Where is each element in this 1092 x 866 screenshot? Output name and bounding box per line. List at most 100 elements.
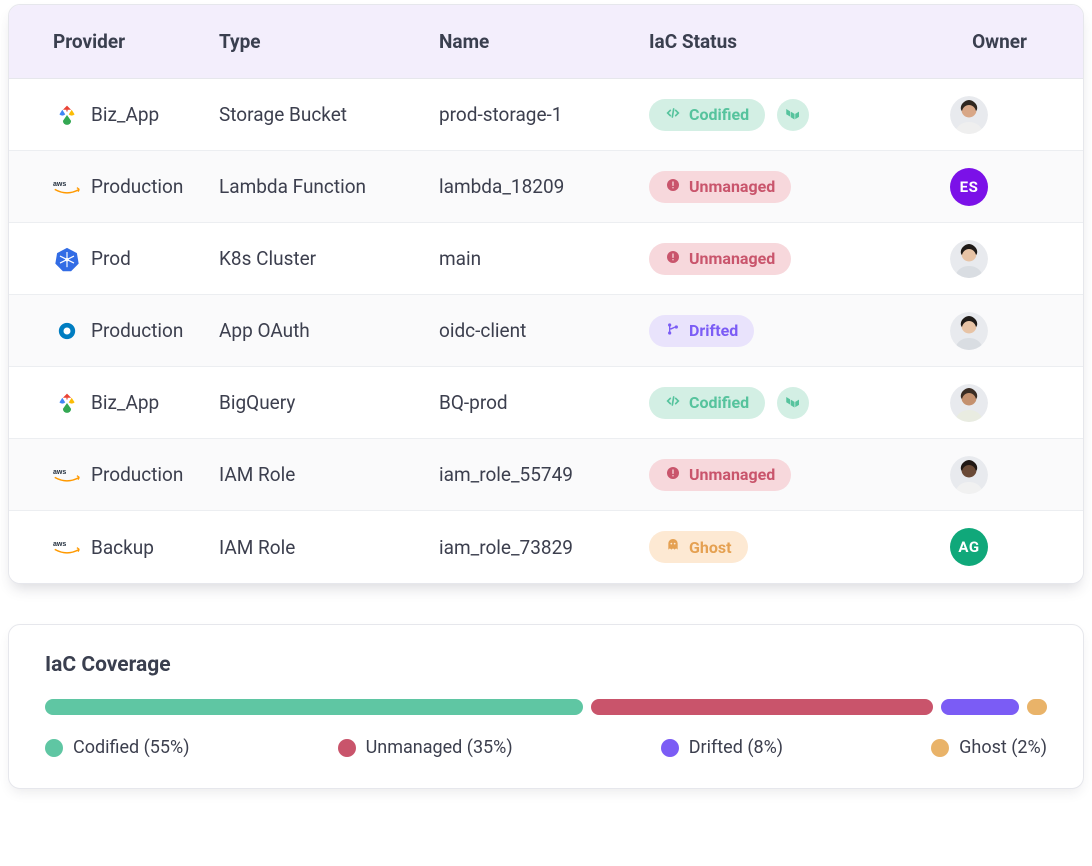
status-badge-label: Ghost	[689, 538, 732, 557]
svg-text:aws: aws	[53, 541, 66, 548]
status-badge-label: Codified	[689, 105, 749, 124]
svg-text:aws: aws	[53, 468, 66, 475]
provider-label: Backup	[91, 536, 154, 559]
k8s-provider-icon	[53, 245, 81, 273]
owner-avatar[interactable]	[950, 240, 988, 278]
terraform-icon[interactable]	[777, 99, 809, 131]
column-header-status[interactable]: IaC Status	[649, 30, 899, 53]
cell-name: iam_role_73829	[439, 536, 649, 559]
legend-dot-icon	[45, 739, 63, 757]
status-badge-unmanaged[interactable]: Unmanaged	[649, 459, 791, 491]
status-badge-drifted[interactable]: Drifted	[649, 315, 754, 347]
table-row[interactable]: aws Production Lambda Function lambda_18…	[9, 151, 1083, 223]
cell-type: IAM Role	[219, 463, 439, 486]
column-header-owner[interactable]: Owner	[899, 30, 1083, 53]
status-badge-label: Codified	[689, 393, 749, 412]
cell-owner	[899, 384, 1083, 422]
coverage-segment-unmanaged[interactable]	[591, 699, 933, 715]
cell-type: K8s Cluster	[219, 247, 439, 270]
okta-provider-icon	[53, 317, 81, 345]
owner-avatar[interactable]	[950, 312, 988, 350]
table-row[interactable]: Biz_App BigQuery BQ-prod Codified	[9, 367, 1083, 439]
cell-status: Unmanaged	[649, 171, 899, 203]
cell-status: Unmanaged	[649, 459, 899, 491]
gcp-provider-icon	[53, 389, 81, 417]
legend-label: Codified (55%)	[73, 737, 190, 758]
cell-owner	[899, 312, 1083, 350]
provider-label: Production	[91, 319, 183, 342]
drifted-icon	[665, 321, 681, 341]
column-header-name[interactable]: Name	[439, 30, 649, 53]
cell-name: lambda_18209	[439, 175, 649, 198]
unmanaged-icon	[665, 465, 681, 485]
owner-avatar-initials[interactable]: ES	[950, 168, 988, 206]
coverage-legend: Codified (55%) Unmanaged (35%) Drifted (8%…	[45, 737, 1047, 758]
table-row[interactable]: Prod K8s Cluster main Unmanaged	[9, 223, 1083, 295]
resource-table-card: Provider Type Name IaC Status Owner Biz_…	[8, 4, 1084, 584]
codified-icon	[665, 105, 681, 125]
table-row[interactable]: Biz_App Storage Bucket prod-storage-1 Co…	[9, 79, 1083, 151]
aws-provider-icon: aws	[53, 461, 81, 489]
status-badge-unmanaged[interactable]: Unmanaged	[649, 243, 791, 275]
cell-status: Ghost	[649, 531, 899, 563]
cell-owner: AG	[899, 528, 1083, 566]
cell-provider: Biz_App	[9, 101, 219, 129]
provider-label: Biz_App	[91, 391, 159, 414]
cell-provider: Biz_App	[9, 389, 219, 417]
legend-item-unmanaged[interactable]: Unmanaged (35%)	[338, 737, 513, 758]
cell-name: iam_role_55749	[439, 463, 649, 486]
aws-provider-icon: aws	[53, 533, 81, 561]
status-badge-unmanaged[interactable]: Unmanaged	[649, 171, 791, 203]
status-badge-ghost[interactable]: Ghost	[649, 531, 748, 563]
cell-type: IAM Role	[219, 536, 439, 559]
coverage-segment-drifted[interactable]	[941, 699, 1019, 715]
legend-item-codified[interactable]: Codified (55%)	[45, 737, 190, 758]
cell-name: BQ-prod	[439, 391, 649, 414]
cell-status: Codified	[649, 99, 899, 131]
terraform-icon[interactable]	[777, 387, 809, 419]
status-badge-label: Unmanaged	[689, 249, 775, 268]
provider-label: Production	[91, 175, 183, 198]
cell-name: main	[439, 247, 649, 270]
cell-owner	[899, 456, 1083, 494]
svg-text:aws: aws	[53, 180, 66, 187]
cell-owner: ES	[899, 168, 1083, 206]
legend-dot-icon	[338, 739, 356, 757]
gcp-provider-icon	[53, 101, 81, 129]
legend-item-drifted[interactable]: Drifted (8%)	[661, 737, 783, 758]
table-row[interactable]: aws Production IAM Role iam_role_55749 U…	[9, 439, 1083, 511]
cell-status: Codified	[649, 387, 899, 419]
status-badge-codified[interactable]: Codified	[649, 387, 765, 419]
cell-type: App OAuth	[219, 319, 439, 342]
legend-dot-icon	[931, 739, 949, 757]
codified-icon	[665, 393, 681, 413]
cell-owner	[899, 96, 1083, 134]
coverage-segment-ghost[interactable]	[1027, 699, 1047, 715]
owner-avatar-initials[interactable]: AG	[950, 528, 988, 566]
cell-status: Unmanaged	[649, 243, 899, 275]
coverage-title: IaC Coverage	[45, 653, 1047, 677]
table-body: Biz_App Storage Bucket prod-storage-1 Co…	[9, 79, 1083, 583]
ghost-icon	[665, 537, 681, 557]
provider-label: Prod	[91, 247, 131, 270]
aws-provider-icon: aws	[53, 173, 81, 201]
status-badge-codified[interactable]: Codified	[649, 99, 765, 131]
legend-item-ghost[interactable]: Ghost (2%)	[931, 737, 1047, 758]
owner-avatar[interactable]	[950, 96, 988, 134]
iac-coverage-card: IaC Coverage Codified (55%) Unmanaged (35…	[8, 624, 1084, 789]
unmanaged-icon	[665, 249, 681, 269]
coverage-segment-codified[interactable]	[45, 699, 583, 715]
column-header-provider[interactable]: Provider	[9, 30, 219, 53]
cell-provider: aws Production	[9, 461, 219, 489]
cell-status: Drifted	[649, 315, 899, 347]
column-header-type[interactable]: Type	[219, 30, 439, 53]
table-row[interactable]: aws Backup IAM Role iam_role_73829 Ghost…	[9, 511, 1083, 583]
owner-avatar[interactable]	[950, 456, 988, 494]
resource-table: Provider Type Name IaC Status Owner Biz_…	[9, 5, 1083, 583]
cell-provider: aws Production	[9, 173, 219, 201]
legend-label: Drifted (8%)	[689, 737, 783, 758]
cell-provider: Production	[9, 317, 219, 345]
legend-label: Ghost (2%)	[959, 737, 1047, 758]
owner-avatar[interactable]	[950, 384, 988, 422]
table-row[interactable]: Production App OAuth oidc-client Drifted	[9, 295, 1083, 367]
